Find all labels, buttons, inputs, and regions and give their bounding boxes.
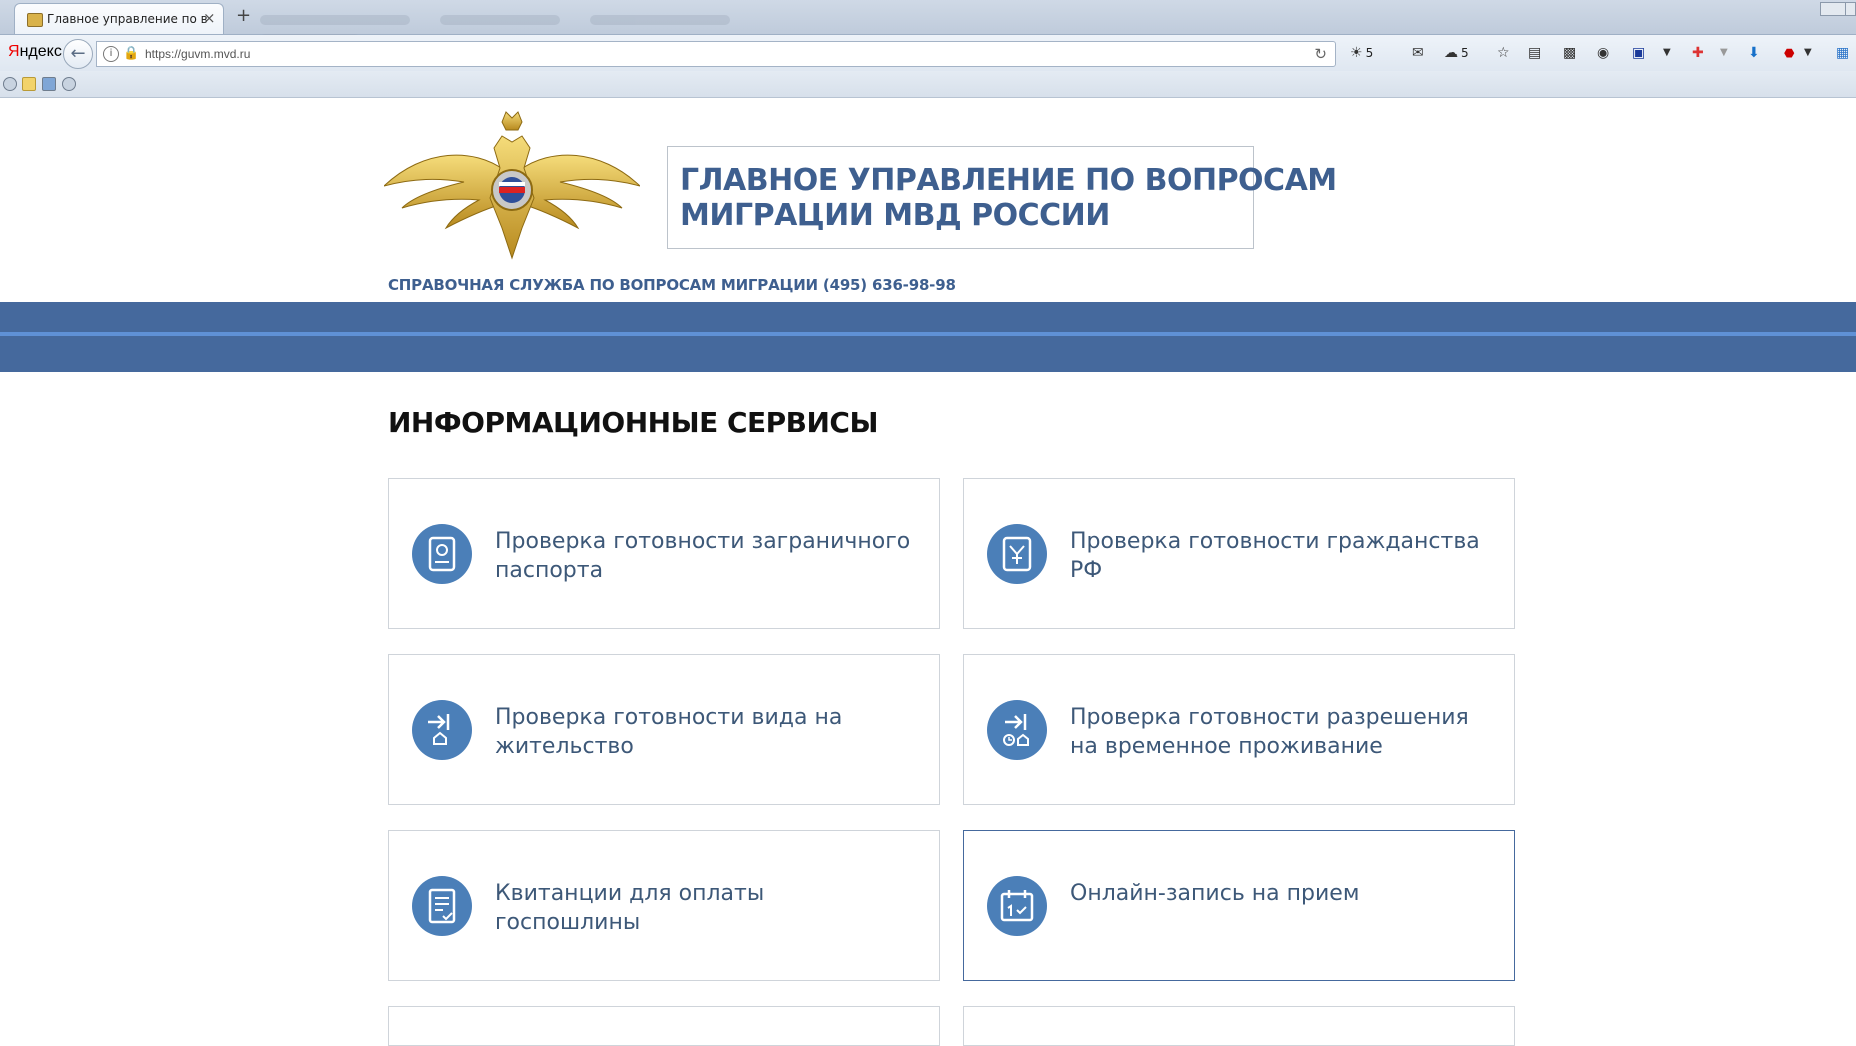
service-card-partial[interactable] [963, 1006, 1515, 1046]
adblock-icon[interactable]: ⬣ [1784, 43, 1794, 63]
service-card-label: Проверка готовности разрешения на времен… [1070, 705, 1469, 759]
tab-close-icon[interactable]: × [203, 9, 216, 27]
service-card-residence-permit[interactable]: Проверка готовности вида на жительство [388, 654, 940, 805]
adblock-dropdown-icon[interactable]: ▼ [1804, 43, 1812, 63]
site-favicon-icon [27, 13, 43, 27]
lock-icon: 🔒 [123, 46, 140, 61]
service-card-online-appointment[interactable]: Онлайн-запись на прием [963, 830, 1515, 981]
bookmarks-bar [0, 71, 1856, 98]
address-bar[interactable]: i 🔒 https://guvm.mvd.ru ↻ [96, 41, 1336, 67]
pocket-icon[interactable]: ◉ [1597, 43, 1609, 63]
site-title-line-1: ГЛАВНОЕ УПРАВЛЕНИЕ ПО ВОПРОСАМ [680, 163, 1337, 198]
addon-icon[interactable]: ✚ [1692, 43, 1704, 63]
passport-icon [412, 524, 472, 584]
site-title-box: ГЛАВНОЕ УПРАВЛЕНИЕ ПО ВОПРОСАМ МИГРАЦИИ … [667, 146, 1337, 249]
yandex-logo[interactable]: Яндекс [8, 43, 62, 61]
menu-icon[interactable]: ▦ [1836, 43, 1849, 63]
service-card-label: Проверка готовности вида на жительство [495, 705, 843, 759]
new-tab-button[interactable]: + [236, 5, 251, 26]
service-card-label: Проверка готовности гражданства РФ [1070, 529, 1480, 583]
residence-permit-icon [412, 700, 472, 760]
citizenship-icon [987, 524, 1047, 584]
download-icon[interactable]: ⬇ [1748, 43, 1760, 63]
services-section-title: ИНФОРМАЦИОННЫЕ СЕРВИСЫ [388, 406, 879, 439]
service-card-passport[interactable]: Проверка готовности заграничного паспорт… [388, 478, 940, 629]
bookmark-globe-icon[interactable] [3, 77, 17, 91]
save-dropdown-icon[interactable]: ▼ [1663, 43, 1671, 63]
service-card-label: Онлайн-запись на прием [1070, 881, 1360, 906]
service-card-label: Квитанции для оплаты госпошлины [495, 881, 765, 935]
receipt-icon [412, 876, 472, 936]
service-card-citizenship[interactable]: Проверка готовности гражданства РФ [963, 478, 1515, 629]
bookmark-web-icon[interactable] [62, 77, 76, 91]
mail-icon[interactable]: ✉ [1412, 43, 1424, 63]
service-card-partial[interactable] [388, 1006, 940, 1046]
service-card-label: Проверка готовности заграничного паспорт… [495, 529, 911, 583]
cloud-icon[interactable]: ☁ 5 [1444, 43, 1469, 63]
bookmark-folder-icon[interactable] [22, 77, 36, 91]
service-card-receipts[interactable]: Квитанции для оплаты госпошлины [388, 830, 940, 981]
blurred-tabs [260, 10, 880, 44]
maximize-button[interactable] [1845, 2, 1856, 16]
site-title-line-2: МИГРАЦИИ МВД РОССИИ [680, 198, 1110, 233]
mvd-emblem-logo[interactable] [384, 108, 640, 260]
reading-list-icon[interactable]: ▤ [1528, 43, 1541, 63]
addon-dropdown-icon[interactable]: ▼ [1720, 43, 1728, 63]
header-band [0, 302, 1856, 372]
tab-title: Главное управление по в... [47, 12, 207, 26]
back-button[interactable]: ← [63, 39, 93, 69]
save-icon[interactable]: ▣ [1632, 43, 1645, 63]
temporary-residence-icon [987, 700, 1047, 760]
hotline-text: СПРАВОЧНАЯ СЛУЖБА ПО ВОПРОСАМ МИГРАЦИИ (… [388, 276, 956, 294]
url-text[interactable]: https://guvm.mvd.ru [145, 47, 250, 61]
browser-tab[interactable]: Главное управление по в... × [14, 3, 224, 34]
bookmark-page-icon[interactable] [42, 77, 56, 91]
calendar-icon [987, 876, 1047, 936]
service-card-temporary-residence[interactable]: Проверка готовности разрешения на времен… [963, 654, 1515, 805]
info-icon[interactable]: i [103, 46, 119, 62]
minimize-button[interactable] [1820, 2, 1846, 16]
weather-icon[interactable]: ☀ 5 [1350, 43, 1373, 63]
browser-nav-bar: Яндекс ← i 🔒 https://guvm.mvd.ru ↻ ☀ 5 ✉ … [0, 35, 1856, 71]
browser-tab-bar: Главное управление по в... × + [0, 0, 1856, 44]
screenshot-icon[interactable]: ▩ [1563, 43, 1576, 63]
header-band-divider [0, 332, 1856, 336]
reload-icon[interactable]: ↻ [1314, 45, 1327, 63]
bookmark-star-icon[interactable]: ☆ [1497, 43, 1510, 63]
